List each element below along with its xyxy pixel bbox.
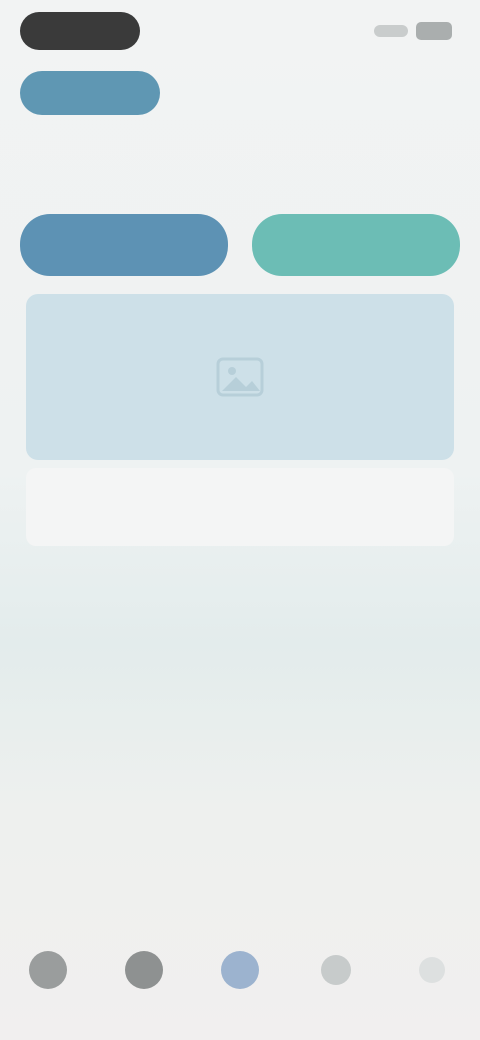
nav-item-profile[interactable]	[397, 945, 467, 1015]
battery-icon	[416, 22, 452, 40]
signal-icon	[374, 25, 408, 37]
tab-3[interactable]	[310, 71, 440, 115]
nav-item-grid[interactable]	[109, 945, 179, 1015]
grid-icon	[125, 951, 163, 989]
home-icon	[29, 951, 67, 989]
preview-card[interactable]	[26, 294, 454, 460]
action-row	[20, 214, 460, 280]
status-icons	[374, 18, 452, 44]
nav-item-home[interactable]	[13, 945, 83, 1015]
tab-2[interactable]	[170, 71, 300, 115]
section-title	[28, 150, 448, 184]
nav-item-camera[interactable]	[205, 945, 275, 1015]
primary-action-button[interactable]	[20, 214, 228, 276]
info-card[interactable]	[26, 468, 454, 546]
nav-item-chat[interactable]	[301, 945, 371, 1015]
status-time	[20, 12, 140, 50]
status-bar	[0, 0, 480, 64]
camera-icon	[221, 951, 259, 989]
tab-1[interactable]	[20, 71, 160, 115]
bottom-nav	[0, 940, 480, 1020]
profile-icon	[419, 957, 445, 983]
secondary-action-button[interactable]	[252, 214, 460, 276]
chat-icon	[321, 955, 351, 985]
image-icon	[216, 357, 264, 397]
top-tabs	[20, 68, 460, 118]
